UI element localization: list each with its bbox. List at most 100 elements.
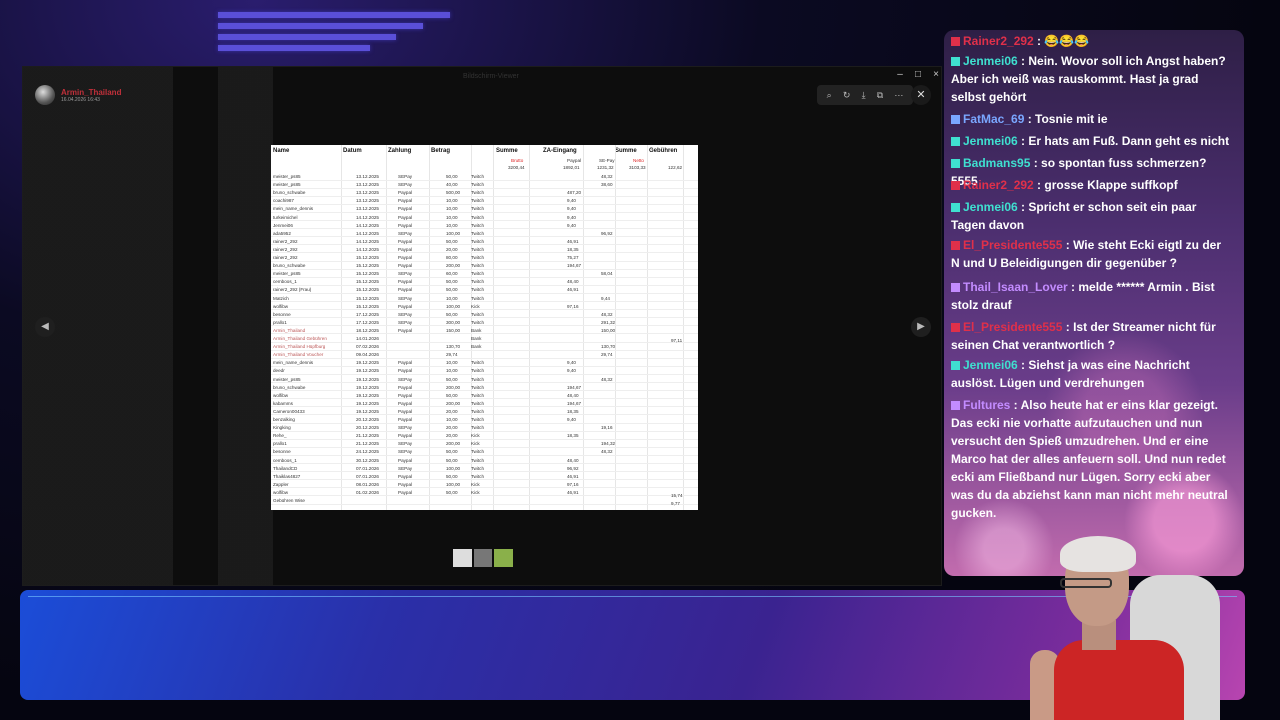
author-name[interactable]: Armin_Thailand: [61, 88, 121, 97]
table-cell: 15.12.2025: [356, 255, 379, 260]
table-cell: Paypal: [398, 457, 413, 463]
table-row: Armin_Thailand Voucher 09.04.2026 29,74 29,…: [271, 351, 698, 359]
table-cell: 19.12.2025: [356, 408, 379, 414]
thumbnail[interactable]: [494, 549, 514, 567]
table-cell: Twitch: [471, 279, 485, 285]
chat-username[interactable]: El_Presidente555: [963, 238, 1062, 252]
table-row: ThailandCD 07.01.2026 SEPay 100,00 Twitch 96,…: [271, 465, 698, 473]
table-cell: Paypal: [398, 400, 413, 406]
table-cell: 20,00: [446, 425, 458, 431]
table-cell: 200,00: [446, 384, 461, 390]
image-viewer-window: Bildschirm-Viewer – □ × Armin_Thailand 1…: [22, 66, 942, 586]
table-cell: 13.12.2025: [356, 206, 379, 212]
table-cell: bruno_schwabe: [273, 384, 306, 390]
table-cell: 19.12.2025: [356, 360, 379, 366]
chat-text: : 😂😂😂: [1033, 34, 1090, 48]
more-icon[interactable]: ⋯: [894, 90, 903, 101]
table-cell: cemboos_1: [273, 457, 297, 463]
chat-username[interactable]: Thail_Isaan_Lover: [963, 280, 1068, 294]
table-row: besonne 24.12.2025 SEPay 50,00 Twitch 48,32: [271, 448, 698, 456]
maximize-icon[interactable]: □: [911, 69, 925, 80]
table-row: wolfibw 19.12.2025 Paypal 50,00 Twitch 48,40: [271, 392, 698, 400]
table-cell: 17.12.2025: [356, 311, 379, 317]
table-cell: Paypal: [398, 473, 413, 479]
chat-username[interactable]: Fultures: [963, 398, 1010, 412]
zoom-icon[interactable]: ⌕: [827, 90, 832, 101]
close-viewer-button[interactable]: ✕: [911, 85, 931, 105]
table-cell: Armin_Thailand: [273, 327, 306, 333]
author-info: Armin_Thailand 16.04.2026 16:43: [35, 85, 121, 105]
thumbnail[interactable]: [473, 549, 493, 567]
sheet-header: Betrag: [431, 148, 451, 154]
table-cell: 150,00: [601, 327, 616, 333]
chat-username[interactable]: FatMac_69: [963, 112, 1024, 126]
open-external-icon[interactable]: ⧉: [877, 90, 883, 101]
chat-username[interactable]: Rainer2_292: [963, 178, 1034, 192]
user-badge-icon: [951, 159, 960, 168]
download-icon[interactable]: ⤓: [862, 90, 866, 101]
table-cell: 130,70: [446, 344, 461, 350]
chat-message: Jenmei06 : Siehst ja was eine Nachricht …: [951, 356, 1231, 392]
close-window-icon[interactable]: ×: [929, 69, 943, 80]
table-cell: 48,32: [601, 449, 613, 455]
table-cell: SEPay: [398, 319, 413, 325]
table-row: meister_ps85 15.12.2025 SEPay 60,00 Twitch 58…: [271, 270, 698, 278]
table-row: Jenmei06 14.12.2025 Paypal 10,00 Twitch 9,40: [271, 222, 698, 230]
avatar: [35, 85, 55, 105]
thumbnail[interactable]: [453, 549, 472, 567]
table-cell: 29,74: [446, 352, 458, 358]
table-cell: 50,00: [446, 287, 458, 293]
minimize-icon[interactable]: –: [893, 69, 907, 80]
table-cell: Armin_Thailand Gebühren: [273, 336, 327, 341]
chat-username[interactable]: El_Presidente555: [963, 320, 1062, 334]
table-cell: SEPay: [398, 425, 413, 431]
table-cell: Twitch: [471, 287, 485, 293]
user-badge-icon: [951, 283, 960, 292]
table-cell: Twitch: [471, 230, 485, 236]
table-cell: Rehe_: [273, 433, 287, 439]
table-cell: 100,00: [446, 230, 461, 236]
table-cell: 14.12.2025: [356, 238, 379, 244]
rotate-icon[interactable]: ↻: [843, 90, 851, 101]
user-badge-icon: [951, 323, 960, 332]
chat-message: El_Presidente555 : Wie steht Ecki eigtl …: [951, 236, 1231, 272]
chat-text: : Also heute hat er eins klar gezeigt. D…: [951, 398, 1228, 520]
table-cell: 48,32: [601, 376, 613, 382]
table-cell: 01.02.2026: [356, 489, 379, 495]
table-cell: 46,91: [567, 238, 579, 244]
chat-text: : grosse Klappe suffkopf: [1033, 178, 1178, 192]
table-row: rainer2_292 14.12.2025 Paypal 20,00 Twitch 18…: [271, 246, 698, 254]
chat-message: FatMac_69 : Tosnie mit ie: [951, 110, 1231, 128]
table-cell: 10,00: [446, 368, 458, 374]
next-image-button[interactable]: ▶: [911, 317, 931, 337]
table-cell: 38,60: [601, 182, 613, 188]
table-cell: Twitch: [471, 368, 485, 374]
table-cell: Paypal: [398, 198, 413, 204]
chat-username[interactable]: Rainer2_292: [963, 34, 1034, 48]
prev-image-button[interactable]: ◀: [35, 317, 55, 337]
fee-value: 9,77: [671, 501, 680, 506]
table-cell: 100,00: [446, 465, 461, 471]
table-cell: 10,00: [446, 214, 458, 220]
table-cell: wolfibw: [273, 489, 289, 495]
table-cell: SEPay: [398, 271, 413, 277]
chat-username[interactable]: Badmans95: [963, 156, 1030, 170]
table-cell: Kingking: [273, 425, 291, 431]
table-cell: Paypal: [398, 433, 413, 439]
table-cell: Twitch: [471, 198, 485, 204]
table-cell: 75,27: [567, 255, 579, 260]
table-cell: Twitch: [471, 255, 485, 260]
chat-username[interactable]: Jenmei06: [963, 200, 1018, 214]
chat-username[interactable]: Jenmei06: [963, 134, 1018, 148]
sheet-subheader: Brutto: [511, 158, 524, 163]
chat-username[interactable]: Jenmei06: [963, 54, 1018, 68]
user-badge-icon: [951, 241, 960, 250]
table-cell: 40,00: [446, 182, 458, 188]
table-row: Rehe_ 21.12.2025 Paypal 20,00 Kick 18,35: [271, 432, 698, 440]
table-cell: Thaiklas4827: [273, 473, 301, 479]
table-cell: Twitch: [471, 465, 485, 471]
table-row: kabamms 19.12.2025 Paypal 200,00 Twitch 194,6…: [271, 400, 698, 408]
chat-username[interactable]: Jenmei06: [963, 358, 1018, 372]
table-cell: Twitch: [471, 360, 485, 366]
table-cell: Matzich: [273, 295, 289, 301]
